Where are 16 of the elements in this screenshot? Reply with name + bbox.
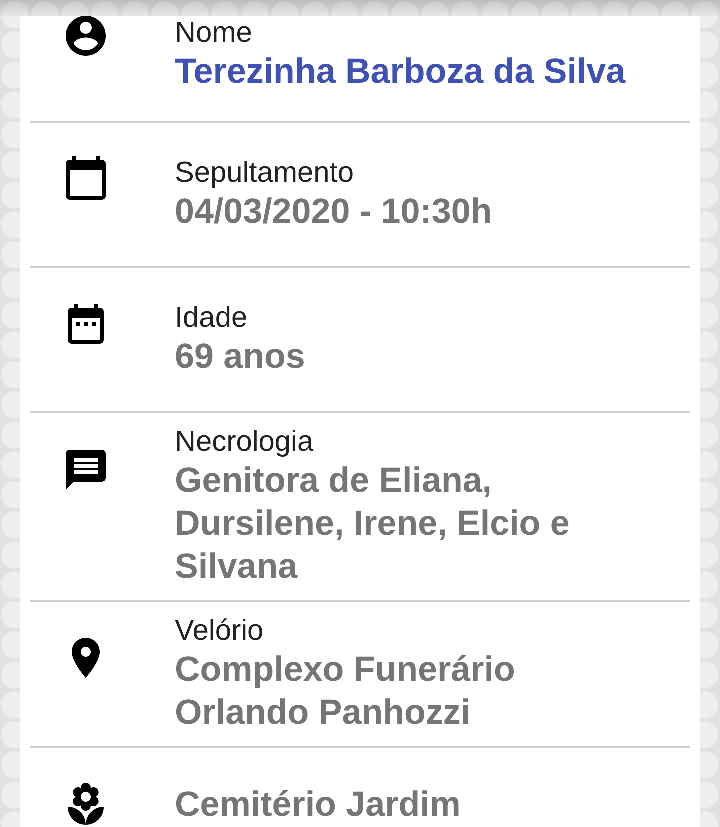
field-value: Complexo Funerário Orlando Panhozzi [175, 649, 516, 734]
field-label: Idade [175, 301, 249, 335]
location-pin-icon [72, 638, 100, 678]
message-icon [66, 450, 106, 490]
field-label: Necrologia [175, 425, 315, 459]
field-value: 69 anos [175, 336, 306, 378]
calendar-icon [66, 156, 106, 200]
field-value: Genitora de Eliana, Dursilene, Irene, Elcio e Silvana [175, 460, 571, 588]
field-value: Cemitério Jardim [175, 784, 461, 826]
field-label: Sepultamento [175, 156, 355, 190]
calendar-icon [68, 304, 104, 344]
flower-icon [68, 783, 104, 825]
field-value: Terezinha Barboza da Silva [175, 51, 626, 93]
field-label: Nome [175, 16, 254, 50]
field-value: 04/03/2020 - 10:30h [175, 191, 492, 233]
field-label: Velório [175, 614, 265, 648]
